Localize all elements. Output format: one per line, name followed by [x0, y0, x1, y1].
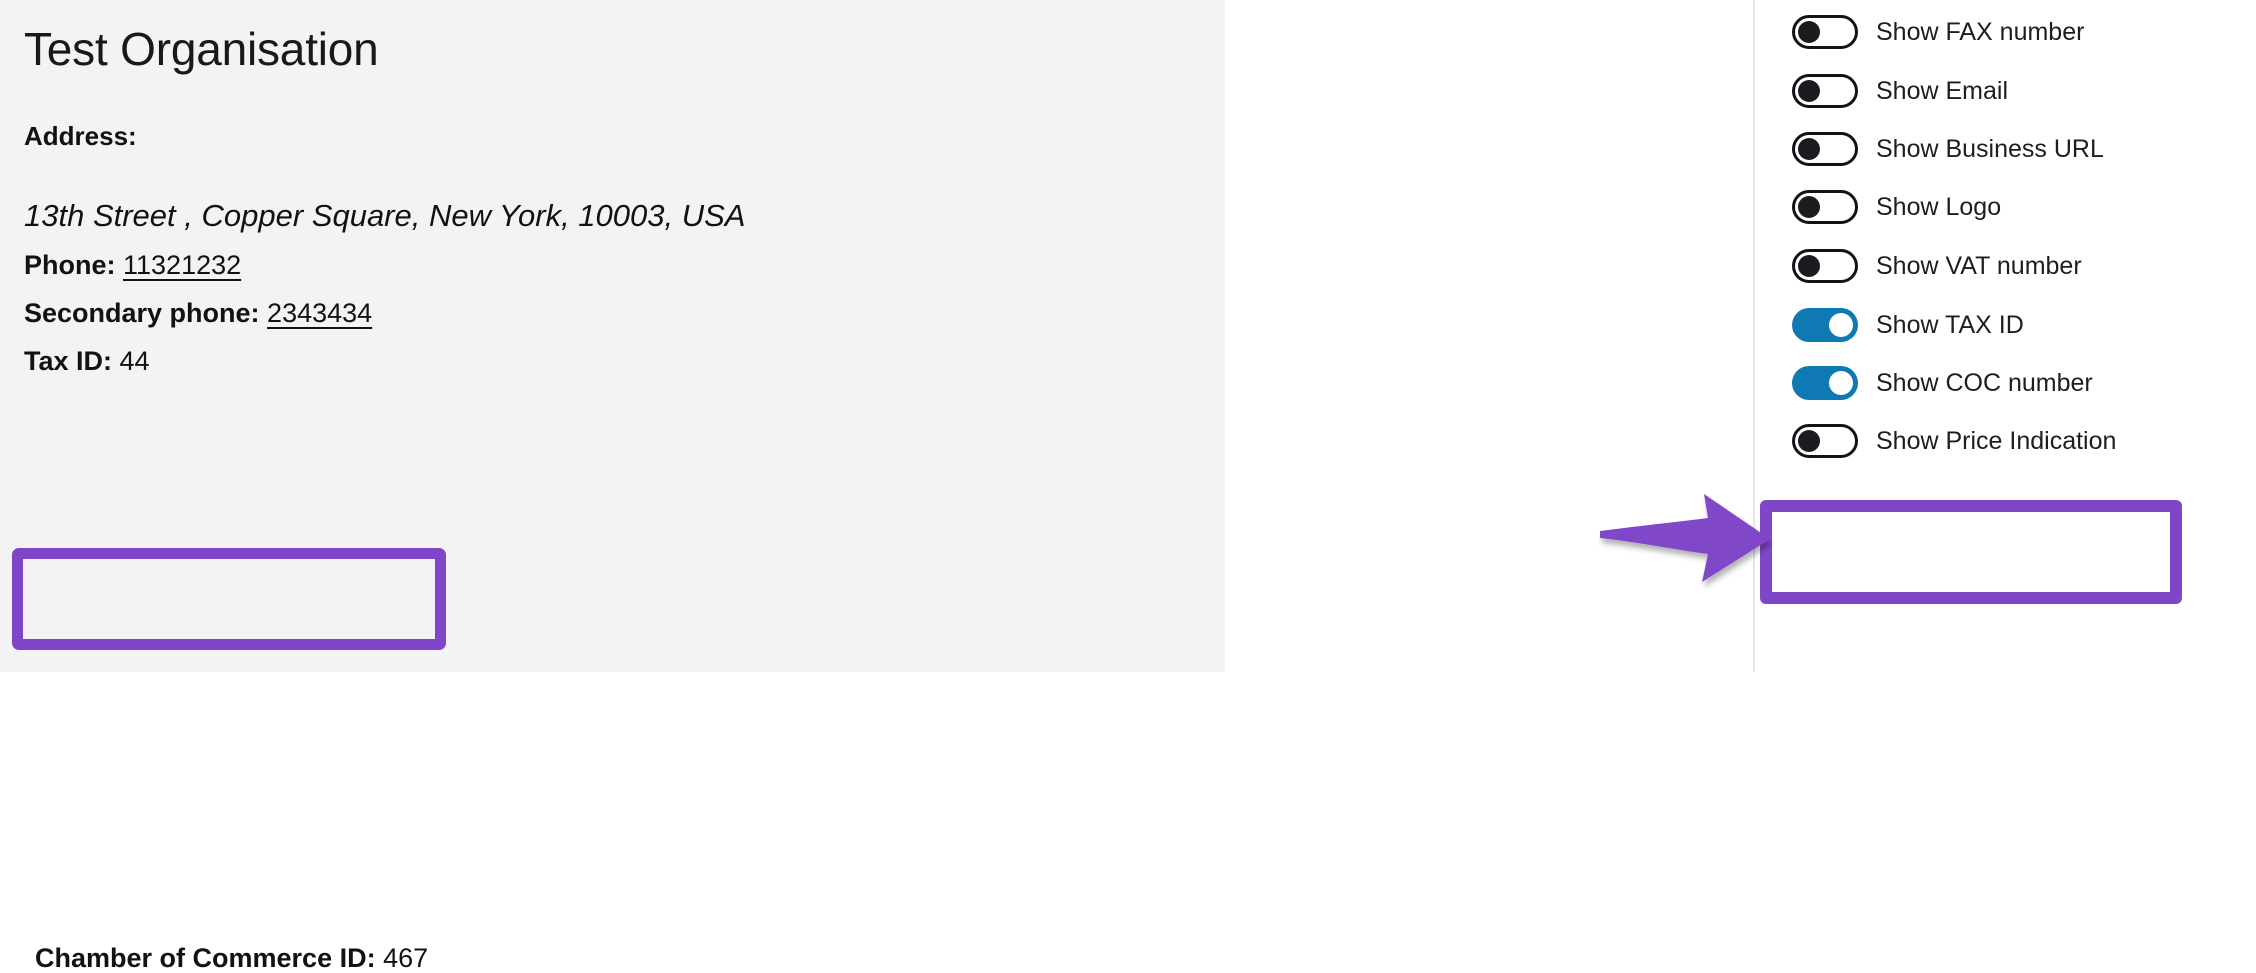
address-label: Address: [24, 121, 137, 151]
toggle-label-show-price-indication: Show Price Indication [1876, 426, 2117, 455]
toggle-label-show-vat-number: Show VAT number [1876, 251, 2082, 280]
coc-toggle-highlight-box [1760, 500, 2182, 604]
toggle-switch-show-business-url[interactable] [1792, 132, 1858, 166]
toggle-switch-show-email[interactable] [1792, 74, 1858, 108]
detail-row-secondary-phone: Secondary phone: 2343434 [24, 300, 372, 327]
tax-id-separator: : [103, 346, 120, 376]
toggle-label-show-business-url: Show Business URL [1876, 134, 2104, 163]
organisation-title: Test Organisation [24, 23, 379, 75]
toggle-label-show-coc-number: Show COC number [1876, 368, 2093, 397]
secondary-phone-value[interactable]: 2343434 [267, 298, 372, 328]
toggle-switch-show-fax-number[interactable] [1792, 15, 1858, 49]
toggle-row-show-vat-number[interactable]: Show VAT number [1792, 244, 2082, 288]
phone-key: Phone [24, 250, 107, 280]
phone-value[interactable]: 11321232 [123, 250, 241, 280]
toggle-label-show-email: Show Email [1876, 76, 2008, 105]
toggle-knob [1829, 371, 1853, 395]
toggle-knob [1829, 313, 1853, 337]
toggle-switch-show-coc-number[interactable] [1792, 366, 1858, 400]
toggle-label-show-tax-id: Show TAX ID [1876, 310, 2024, 339]
detail-row-tax-id: Tax ID: 44 [24, 348, 150, 375]
toggle-knob [1798, 80, 1820, 102]
address-line: 13th Street , Copper Square, New York, 1… [24, 198, 746, 233]
chamber-of-commerce-highlight-box: Chamber of Commerce ID: 467 [12, 548, 446, 972]
toggle-row-show-email[interactable]: Show Email [1792, 69, 2008, 113]
toggle-row-show-business-url[interactable]: Show Business URL [1792, 127, 2104, 171]
toggle-switch-show-vat-number[interactable] [1792, 249, 1858, 283]
phone-separator: : [106, 250, 124, 280]
toggle-switch-show-logo[interactable] [1792, 190, 1858, 224]
toggle-knob [1798, 196, 1820, 218]
vertical-divider [1753, 0, 1755, 672]
secondary-phone-key: Secondary phone [24, 298, 251, 328]
secondary-phone-separator: : [250, 298, 268, 328]
organisation-preview-panel: Test Organisation Address: 13th Street ,… [0, 0, 1225, 972]
toggle-row-show-logo[interactable]: Show Logo [1792, 185, 2001, 229]
coc-key: Chamber of Commerce ID [35, 943, 367, 973]
toggle-row-show-price-indication[interactable]: Show Price Indication [1792, 419, 2116, 463]
toggle-knob [1798, 21, 1820, 43]
toggle-label-show-logo: Show Logo [1876, 192, 2002, 221]
toggle-knob [1798, 138, 1820, 160]
coc-separator: : [366, 943, 384, 973]
detail-row-chamber-of-commerce-id: Chamber of Commerce ID: 467 [35, 945, 428, 972]
tax-id-key: Tax ID [24, 346, 104, 376]
toggle-row-show-fax-number[interactable]: Show FAX number [1792, 10, 2084, 54]
toggle-label-show-fax-number: Show FAX number [1876, 17, 2085, 46]
detail-row-phone: Phone: 11321232 [24, 252, 241, 279]
toggle-row-show-coc-number[interactable]: Show COC number [1792, 361, 2093, 405]
toggle-switch-show-tax-id[interactable] [1792, 308, 1858, 342]
coc-value: 467 [383, 943, 429, 973]
screenshot-root: Test Organisation Address: 13th Street ,… [0, 0, 2256, 972]
toggle-knob [1798, 255, 1820, 277]
toggle-knob [1798, 430, 1820, 452]
tax-id-value: 44 [119, 346, 150, 376]
toggle-row-show-tax-id[interactable]: Show TAX ID [1792, 303, 2024, 347]
toggle-switch-show-price-indication[interactable] [1792, 424, 1858, 458]
